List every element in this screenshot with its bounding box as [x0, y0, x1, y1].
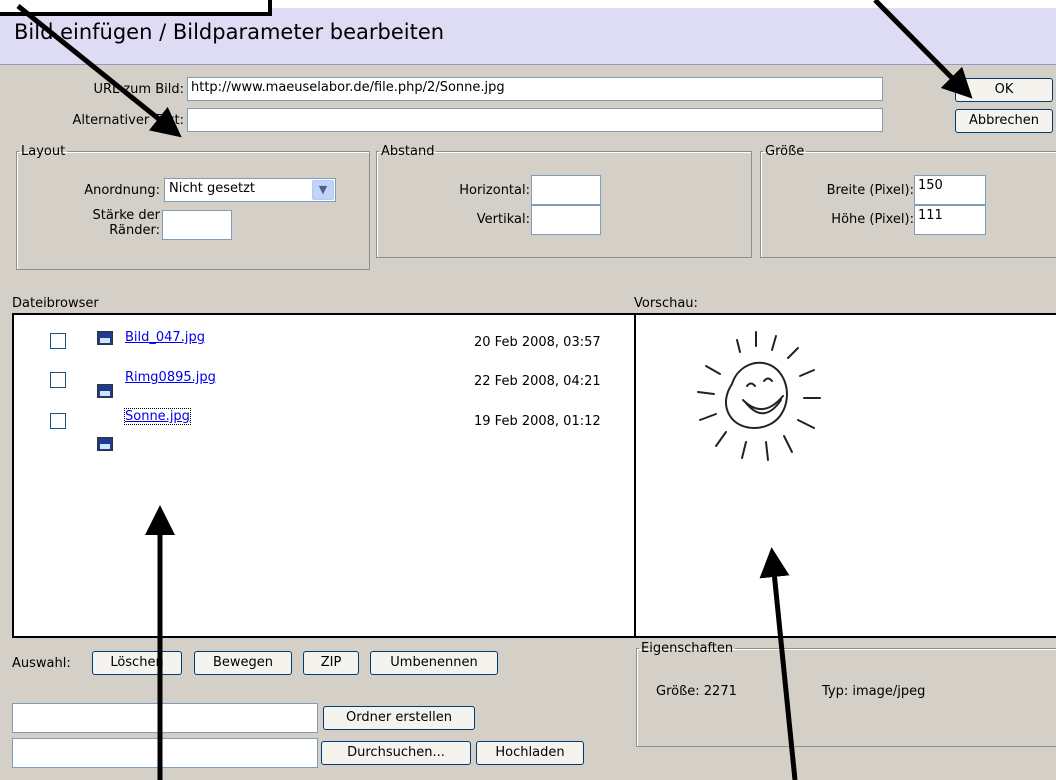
browse-button[interactable]: Durchsuchen... [321, 741, 471, 765]
abstand-legend: Abstand [381, 144, 435, 159]
file-link[interactable]: Rimg0895.jpg [125, 370, 216, 385]
file-link[interactable]: Bild_047.jpg [125, 330, 205, 345]
upload-file-input[interactable] [12, 738, 318, 768]
groesse-legend: Größe [765, 144, 805, 159]
file-link[interactable]: Sonne.jpg [124, 408, 191, 425]
hoehe-input[interactable]: 111 [914, 205, 986, 235]
rename-button[interactable]: Umbenennen [370, 651, 498, 675]
file-size-text: Größe: 2271 [656, 684, 737, 699]
file-checkbox[interactable] [50, 372, 66, 388]
create-folder-button[interactable]: Ordner erstellen [323, 706, 475, 730]
auswahl-label: Auswahl: [12, 656, 71, 671]
alt-text-input[interactable] [187, 108, 883, 132]
url-input[interactable]: http://www.maeuselabor.de/file.php/2/Son… [187, 77, 883, 101]
staerke-label: Stärke der Ränder: [92, 208, 160, 238]
anordnung-label: Anordnung: [84, 183, 160, 198]
breite-label: Breite (Pixel): [826, 183, 914, 198]
horizontal-label: Horizontal: [459, 183, 530, 198]
anordnung-select[interactable]: Nicht gesetzt ▼ [164, 178, 336, 202]
file-date: 19 Feb 2008, 01:12 [474, 414, 601, 429]
image-file-icon [97, 384, 113, 398]
ok-button[interactable]: OK [955, 78, 1053, 102]
file-date: 22 Feb 2008, 04:21 [474, 374, 601, 389]
breite-input[interactable]: 150 [914, 175, 986, 205]
vertikal-input[interactable] [531, 205, 601, 235]
alt-text-label: Alternativer Text: [72, 113, 184, 128]
groesse-group: Größe [760, 144, 1056, 258]
layout-group: Layout [16, 144, 370, 270]
horizontal-input[interactable] [531, 175, 601, 205]
file-checkbox[interactable] [50, 333, 66, 349]
folder-name-input[interactable] [12, 703, 318, 733]
file-browser-panel [12, 313, 637, 638]
dialog-title: Bild einfügen / Bildparameter bearbeiten [14, 20, 445, 44]
vertikal-label: Vertikal: [476, 212, 530, 227]
chevron-down-icon[interactable]: ▼ [312, 180, 334, 200]
upload-button[interactable]: Hochladen [476, 741, 584, 765]
cancel-button[interactable]: Abbrechen [955, 109, 1053, 133]
dateibrowser-label: Dateibrowser [12, 296, 99, 311]
layout-legend: Layout [21, 144, 66, 159]
hoehe-label: Höhe (Pixel): [831, 212, 914, 227]
anordnung-value: Nicht gesetzt [169, 181, 255, 196]
image-file-icon [97, 331, 113, 345]
file-checkbox[interactable] [50, 413, 66, 429]
zip-button[interactable]: ZIP [303, 651, 359, 675]
properties-legend: Eigenschaften [641, 641, 734, 656]
delete-button[interactable]: Löschen [92, 651, 182, 675]
file-date: 20 Feb 2008, 03:57 [474, 335, 601, 350]
file-type-text: Typ: image/jpeg [822, 684, 926, 699]
vorschau-label: Vorschau: [634, 296, 698, 311]
url-label: URL zum Bild: [93, 82, 184, 97]
sun-image [697, 331, 821, 461]
move-button[interactable]: Bewegen [194, 651, 292, 675]
staerke-input[interactable] [162, 210, 232, 240]
image-file-icon [97, 437, 113, 451]
